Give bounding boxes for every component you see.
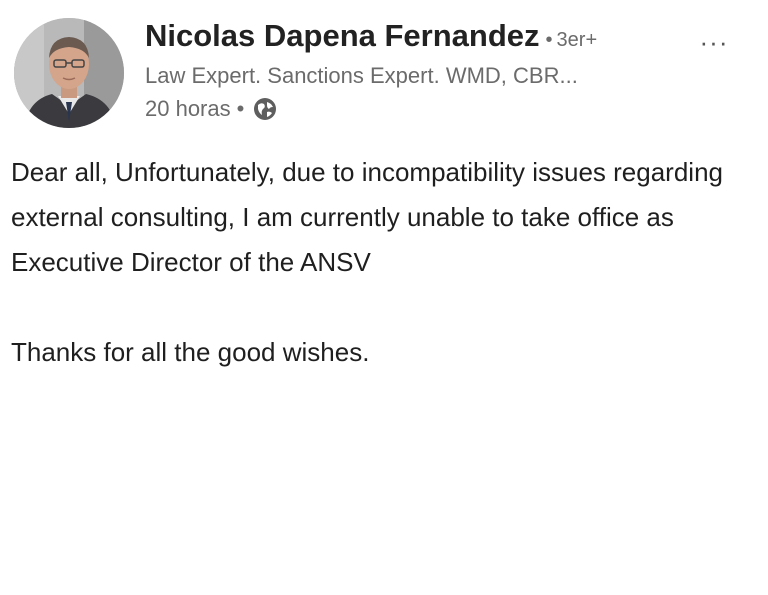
globe-icon [252, 96, 278, 122]
author-headline: Law Expert. Sanctions Expert. WMD, CBR..… [145, 63, 578, 88]
ellipsis-icon: ··· [699, 27, 729, 57]
avatar[interactable] [14, 18, 124, 128]
post-time-line: 20 horas • [145, 92, 705, 126]
post-time: 20 horas [145, 96, 231, 121]
separator-dot: • [236, 96, 245, 121]
connection-degree: 3er+ [556, 29, 598, 51]
name-line: Nicolas Dapena Fernandez • 3er+ [145, 18, 705, 60]
avatar-image [14, 18, 124, 128]
author-name[interactable]: Nicolas Dapena Fernandez [145, 18, 540, 54]
author-meta: Nicolas Dapena Fernandez • 3er+ Law Expe… [145, 18, 705, 126]
more-options-button[interactable]: ··· [692, 29, 736, 62]
separator-dot: • [545, 29, 553, 51]
post-header: Nicolas Dapena Fernandez • 3er+ Law Expe… [14, 18, 754, 133]
post-body: Dear all, Unfortunately, due to incompat… [11, 150, 751, 375]
post-paragraph: Thanks for all the good wishes. [11, 337, 370, 367]
linkedin-post: Nicolas Dapena Fernandez • 3er+ Law Expe… [0, 0, 768, 595]
post-paragraph: Dear all, Unfortunately, due to incompat… [11, 157, 723, 277]
